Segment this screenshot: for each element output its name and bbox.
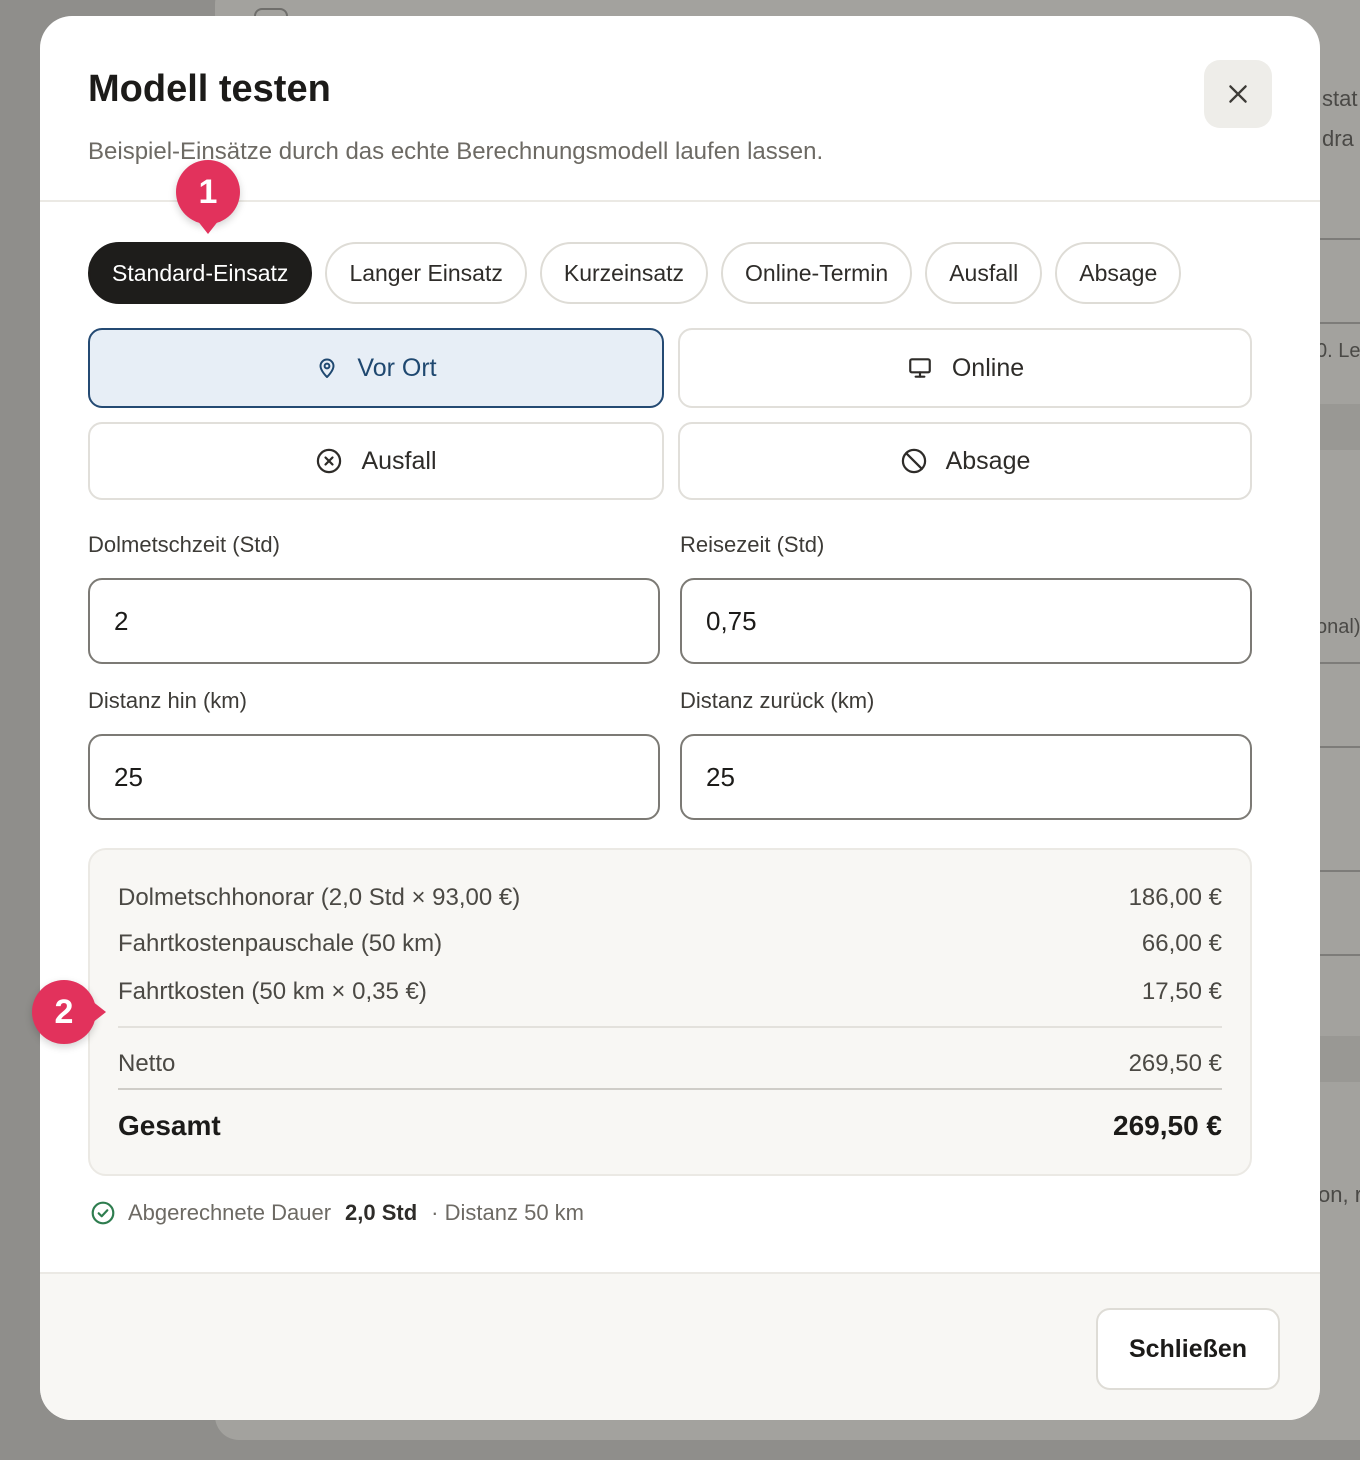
distanz-hin-label: Distanz hin (km) [88, 688, 247, 713]
footnote-distance: · Distanz 50 km [431, 1200, 584, 1225]
mode-ausfall-button[interactable]: Ausfall [88, 422, 664, 500]
close-dialog-button[interactable] [1204, 60, 1272, 128]
preset-standard-einsatz[interactable]: Standard-Einsatz [88, 242, 313, 304]
background-divider [1320, 870, 1360, 872]
dialog-title: Modell testen [88, 68, 331, 110]
mode-label: Absage [945, 446, 1031, 475]
background-divider [1320, 322, 1360, 324]
ban-icon [901, 448, 926, 474]
summary-line-amount: 17,50 € [1141, 978, 1222, 1005]
background-text: stat [1322, 86, 1358, 111]
netto-label: Netto [118, 1050, 176, 1077]
background-divider [1320, 238, 1360, 240]
summary-line-amount: 66,00 € [1141, 930, 1222, 957]
x-circle-icon [317, 448, 342, 474]
preset-absage[interactable]: Absage [1055, 242, 1182, 304]
background-band [1320, 404, 1360, 450]
summary-divider [118, 1026, 1222, 1028]
background-text: dra [1322, 126, 1354, 151]
footnote-duration: 2,0 Std [345, 1200, 418, 1225]
netto-amount: 269,50 € [1128, 1050, 1222, 1077]
billing-footnote: Abgerechnete Dauer 2,0 Std · Distanz 50 … [90, 1200, 584, 1226]
preset-kurzeinsatz[interactable]: Kurzeinsatz [539, 242, 709, 304]
summary-line-label: Dolmetschhonorar (2,0 Std × 93,00 €) [118, 884, 521, 911]
annotation-marker-pointer [92, 1001, 106, 1023]
summary-divider [118, 1088, 1222, 1090]
test-model-dialog: Modell testen Beispiel-Einsätze durch da… [40, 16, 1320, 1420]
background-divider [1320, 746, 1360, 748]
dialog-footer: Schließen [40, 1272, 1320, 1420]
summary-line: Dolmetschhonorar (2,0 Std × 93,00 €) 186… [118, 884, 1222, 912]
summary-total-row: Gesamt 269,50 € [118, 1110, 1222, 1142]
background-text: onal) [1316, 616, 1360, 638]
summary-line-label: Fahrtkostenpauschale (50 km) [118, 930, 443, 957]
annotation-marker-1: 1 [176, 160, 240, 224]
mode-absage-button[interactable]: Absage [678, 422, 1252, 500]
reisezeit-label: Reisezeit (Std) [680, 532, 825, 557]
gesamt-label: Gesamt [118, 1110, 221, 1141]
preset-langer-einsatz[interactable]: Langer Einsatz [325, 242, 527, 304]
check-circle-icon [91, 1201, 115, 1225]
close-button[interactable]: Schließen [1096, 1308, 1280, 1390]
background-divider [1320, 954, 1360, 956]
background-text: on, r [1318, 1182, 1360, 1207]
mode-label: Vor Ort [357, 353, 437, 382]
calculation-summary: Dolmetschhonorar (2,0 Std × 93,00 €) 186… [88, 848, 1252, 1176]
map-pin-icon [319, 358, 335, 378]
dolmetschzeit-input[interactable] [88, 578, 660, 664]
footnote-prefix: Abgerechnete Dauer [128, 1200, 332, 1225]
background-band [1320, 1036, 1360, 1082]
summary-netto-row: Netto 269,50 € [118, 1050, 1222, 1078]
monitor-icon [909, 358, 931, 378]
close-icon [1229, 85, 1247, 103]
summary-line: Fahrtkostenpauschale (50 km) 66,00 € [118, 930, 1222, 958]
preset-online-termin[interactable]: Online-Termin [721, 242, 913, 304]
mode-selector: Vor Ort Online Ausfall Absage [88, 328, 1252, 500]
mode-online-button[interactable]: Online [678, 328, 1252, 408]
summary-line: Fahrtkosten (50 km × 0,35 €) 17,50 € [118, 978, 1222, 1006]
mode-vor-ort-button[interactable]: Vor Ort [88, 328, 664, 408]
annotation-marker-2: 2 [32, 980, 96, 1044]
reisezeit-input[interactable] [680, 578, 1252, 664]
preset-chips: Standard-Einsatz Langer Einsatz Kurzeins… [88, 242, 1182, 304]
mode-label: Ausfall [361, 446, 437, 475]
summary-line-amount: 186,00 € [1128, 884, 1222, 911]
dolmetschzeit-label: Dolmetschzeit (Std) [88, 532, 280, 557]
distanz-zurueck-label: Distanz zurück (km) [680, 688, 875, 713]
preset-ausfall[interactable]: Ausfall [925, 242, 1043, 304]
mode-label: Online [951, 353, 1025, 382]
distanz-zurueck-input[interactable] [680, 734, 1252, 820]
summary-line-label: Fahrtkosten (50 km × 0,35 €) [118, 978, 427, 1005]
background-text: 0. Le [1316, 340, 1360, 362]
annotation-marker-pointer [197, 220, 219, 234]
background-divider [1320, 662, 1360, 664]
distanz-hin-input[interactable] [88, 734, 660, 820]
gesamt-amount: 269,50 € [1113, 1110, 1222, 1141]
